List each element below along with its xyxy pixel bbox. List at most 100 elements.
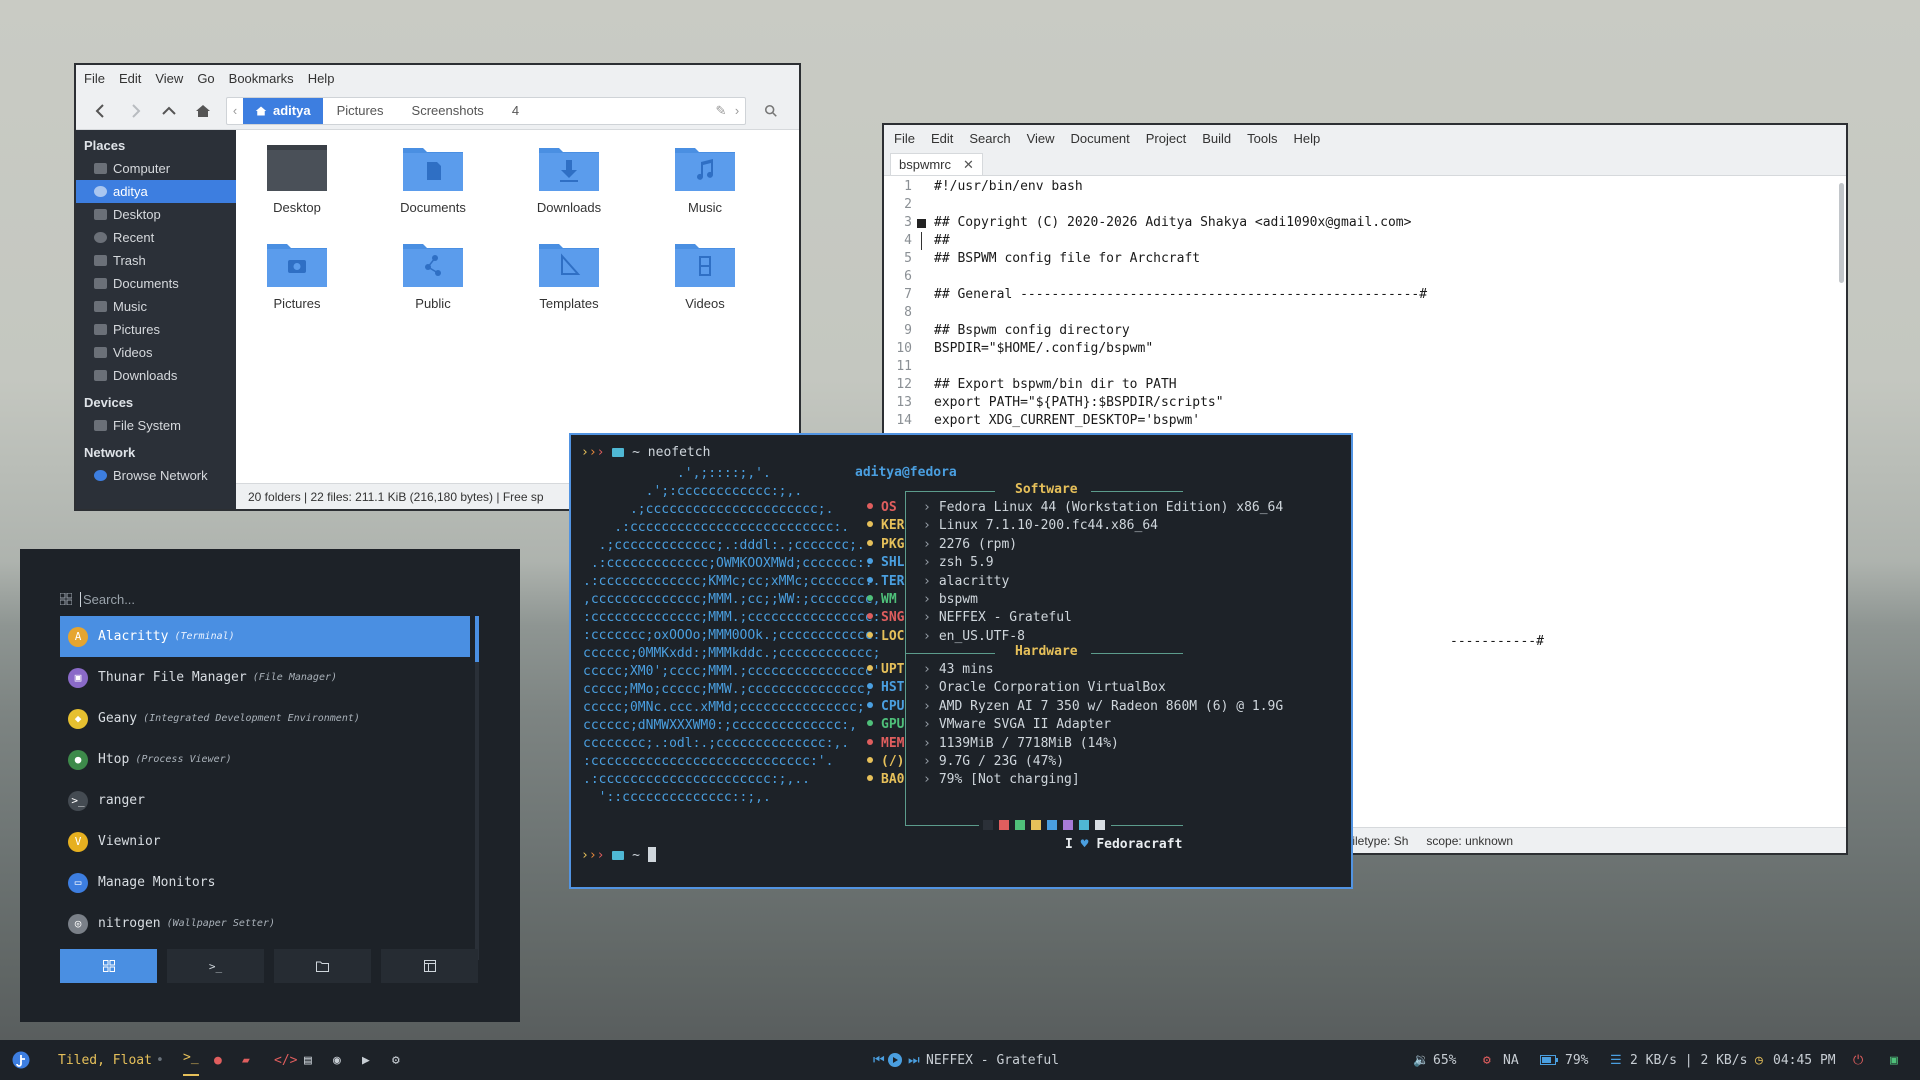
chat-icon[interactable]: ◉ [333, 1040, 341, 1080]
mode-run-button[interactable]: >_ [167, 949, 264, 983]
gear-icon[interactable]: ⚙ [392, 1040, 400, 1080]
code-icon[interactable]: </> [274, 1040, 297, 1080]
editor-menu-help[interactable]: Help [1294, 131, 1321, 146]
sidebar-item-documents[interactable]: Documents [76, 272, 236, 295]
breadcrumb-left-icon[interactable]: ‹ [227, 103, 243, 118]
search-input[interactable]: Search... [83, 592, 135, 607]
editor-menu-build[interactable]: Build [1202, 131, 1231, 146]
breadcrumb-aditya[interactable]: aditya [243, 97, 323, 124]
mode-apps-button[interactable] [60, 949, 157, 983]
terminal-launcher-icon[interactable]: >_ [183, 1040, 199, 1076]
lock-icon[interactable]: ▣ [1890, 1040, 1898, 1080]
fm-menu-file[interactable]: File [84, 71, 105, 86]
sidebar-item-label: Recent [113, 230, 155, 245]
code-line: 9 ## Bspwm config directory [904, 323, 1130, 338]
editor-menu-file[interactable]: File [894, 131, 915, 146]
folder-music[interactable]: Music [650, 144, 760, 215]
volume-icon[interactable]: 🔉 [1413, 1040, 1429, 1080]
sidebar-item-downloads[interactable]: Downloads [76, 364, 236, 387]
bullet-icon [867, 683, 873, 690]
sidebar-item-aditya[interactable]: aditya [76, 180, 236, 203]
launcher-item[interactable]: ◆ Geany (Integrated Development Environmen… [60, 698, 470, 739]
sidebar-item-trash[interactable]: Trash [76, 249, 236, 272]
clock-time[interactable]: 04:45 PM [1773, 1040, 1836, 1080]
breadcrumb-pictures[interactable]: Pictures [323, 98, 398, 124]
editor-scrollbar[interactable] [1839, 183, 1844, 283]
launcher-search[interactable]: Search... [60, 589, 135, 609]
next-track-icon[interactable]: ⏭ [908, 1040, 920, 1080]
launcher-item[interactable]: V Viewnior [60, 821, 470, 862]
fedora-logo-icon[interactable] [12, 1040, 30, 1080]
prompt-line-current[interactable]: ››› ~ [581, 847, 656, 863]
launcher-item[interactable]: ▭ Manage Monitors [60, 862, 470, 903]
search-button[interactable] [754, 96, 788, 126]
updates-value[interactable]: NA [1503, 1040, 1519, 1080]
breadcrumb-right-icon[interactable]: › [729, 103, 745, 118]
sidebar-item-videos[interactable]: Videos [76, 341, 236, 364]
bullet-icon [867, 558, 873, 565]
app-icon: ▭ [68, 872, 88, 893]
folder-downloads[interactable]: Downloads [514, 144, 624, 215]
launcher-item[interactable]: ◎ nitrogen (Wallpaper Setter) [60, 903, 470, 944]
editor-menu-document[interactable]: Document [1071, 131, 1130, 146]
power-icon[interactable]: ⏻ [1853, 1040, 1863, 1080]
terminal-window[interactable]: ››› ~ neofetch .',;::::;,'. .';:cccccccc… [569, 433, 1353, 889]
folder-pictures[interactable]: Pictures [242, 240, 352, 311]
desktop-icon [94, 209, 107, 220]
fm-menu-help[interactable]: Help [308, 71, 335, 86]
fm-menu-go[interactable]: Go [197, 71, 214, 86]
sidebar-item-browse-network[interactable]: Browse Network [76, 464, 236, 487]
close-icon[interactable]: ✕ [963, 157, 974, 173]
sidebar-item-music[interactable]: Music [76, 295, 236, 318]
volume-value[interactable]: 65% [1433, 1040, 1456, 1080]
bullet-icon [867, 775, 873, 782]
sidebar-item-computer[interactable]: Computer [76, 157, 236, 180]
app-icon: >_ [68, 790, 88, 811]
editor-menu-tools[interactable]: Tools [1247, 131, 1277, 146]
launcher-item[interactable]: ● Htop (Process Viewer) [60, 739, 470, 780]
sidebar-item-pictures[interactable]: Pictures [76, 318, 236, 341]
cursor [647, 847, 656, 862]
previous-track-icon[interactable]: ⏮ [873, 1040, 885, 1080]
fedora-ascii-logo: .',;::::;,'. .';:cccccccccccc:;,. .;cccc… [583, 465, 880, 807]
video-icon[interactable]: ▶ [362, 1040, 370, 1080]
firefox-icon[interactable]: ● [214, 1040, 222, 1080]
fm-menu-view[interactable]: View [155, 71, 183, 86]
breadcrumb-4[interactable]: 4 [498, 98, 533, 124]
sidebar-item-desktop[interactable]: Desktop [76, 203, 236, 226]
forward-button[interactable] [118, 96, 152, 126]
editor-menu-project[interactable]: Project [1146, 131, 1186, 146]
info-value: VMware SVGA II Adapter [938, 717, 1112, 733]
folder-templates[interactable]: Templates [514, 240, 624, 311]
folder-desktop[interactable]: Desktop [242, 144, 352, 215]
home-button[interactable] [186, 96, 220, 126]
book-icon[interactable]: ▤ [304, 1040, 312, 1080]
editor-menu-search[interactable]: Search [969, 131, 1010, 146]
fm-menu-edit[interactable]: Edit [119, 71, 141, 86]
mode-files-button[interactable] [274, 949, 371, 983]
fm-menu-bookmarks[interactable]: Bookmarks [229, 71, 294, 86]
layout-indicator[interactable]: Tiled, Float [58, 1040, 152, 1080]
fm-toolbar: ‹ aditya Pictures Screenshots 4 ✎ › [76, 92, 799, 130]
folder-launcher-icon[interactable]: ▰ [242, 1040, 250, 1080]
launcher-scrollbar[interactable] [475, 616, 479, 960]
launcher-item[interactable]: >_ ranger [60, 780, 470, 821]
back-button[interactable] [84, 96, 118, 126]
launcher-item[interactable]: A Alacritty (Terminal) [60, 616, 470, 657]
breadcrumb-screenshots[interactable]: Screenshots [398, 98, 498, 124]
updates-icon[interactable]: ⚙ [1483, 1040, 1491, 1080]
up-button[interactable] [152, 96, 186, 126]
sidebar-item-filesystem[interactable]: File System [76, 414, 236, 437]
info-key: PKG [881, 536, 905, 552]
mode-windows-button[interactable] [381, 949, 478, 983]
tab-bspwmrc[interactable]: bspwmrc ✕ [890, 153, 983, 175]
folder-videos[interactable]: Videos [650, 240, 760, 311]
edit-path-icon[interactable]: ✎ [713, 103, 729, 119]
launcher-item[interactable]: ▣ Thunar File Manager (File Manager) [60, 657, 470, 698]
editor-menu-view[interactable]: View [1027, 131, 1055, 146]
sidebar-item-recent[interactable]: Recent [76, 226, 236, 249]
editor-menu-edit[interactable]: Edit [931, 131, 953, 146]
play-button[interactable] [888, 1040, 902, 1080]
folder-documents[interactable]: Documents [378, 144, 488, 215]
folder-public[interactable]: Public [378, 240, 488, 311]
